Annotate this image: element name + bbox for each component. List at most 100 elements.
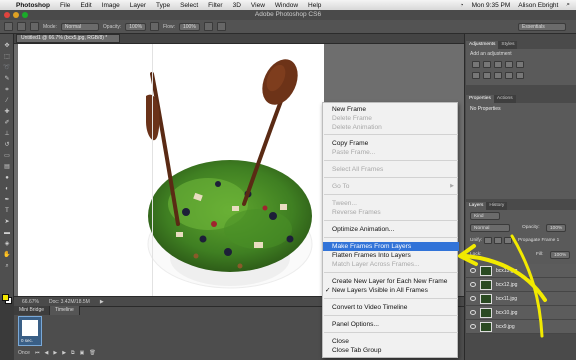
menu-item-match-layer-across-frames[interactable]: Match Layer Across Frames... (323, 260, 459, 269)
visibility-eye-icon[interactable] (470, 282, 476, 287)
menu-item-close[interactable]: Close (323, 337, 459, 346)
clock[interactable]: Mon 9:35 PM (472, 2, 511, 9)
healing-brush-tool-icon[interactable]: ✚ (2, 108, 12, 117)
opacity-field[interactable]: 100% (125, 22, 147, 31)
menu-item-create-new-layer-each-frame[interactable]: Create New Layer for Each New Frame (323, 277, 459, 286)
workspace-select[interactable]: Essentials (518, 23, 566, 31)
history-brush-tool-icon[interactable]: ↺ (2, 141, 12, 150)
clone-stamp-tool-icon[interactable]: ⊥ (2, 130, 12, 139)
menu-item-delete-frame[interactable]: Delete Frame (323, 114, 459, 123)
flow-field[interactable]: 100% (179, 22, 200, 31)
menu-item-optimize-animation[interactable]: Optimize Animation... (323, 225, 459, 234)
layer-name[interactable]: bcx9.jpg (496, 324, 515, 330)
quick-select-tool-icon[interactable]: ✎ (2, 75, 12, 84)
zoom-window-icon[interactable] (22, 12, 28, 18)
airbrush-icon[interactable] (203, 22, 213, 31)
pressure-opacity-icon[interactable] (150, 22, 160, 31)
document-tab[interactable]: Untitled1 @ 66.7% (bcx5.jpg, RGB/8) * (16, 34, 120, 43)
loop-options-select[interactable]: Once (18, 350, 30, 356)
brush-tool-preset-icon[interactable] (4, 22, 13, 31)
layer-row[interactable]: bcx11.jpg (466, 292, 576, 306)
tab-actions[interactable]: Actions (493, 95, 516, 103)
blend-mode-select[interactable]: Normal (470, 224, 510, 232)
visibility-eye-icon[interactable] (470, 310, 476, 315)
pressure-size-icon[interactable] (216, 22, 226, 31)
menu-item-go-to[interactable]: Go To ▶ (323, 182, 459, 191)
play-icon[interactable]: ▶ (53, 350, 57, 356)
unify-position-icon[interactable] (484, 237, 492, 244)
layer-name[interactable]: bcx10.jpg (496, 310, 517, 316)
menu-item-paste-frame[interactable]: Paste Frame... (323, 148, 459, 157)
tab-adjustments[interactable]: Adjustments (466, 41, 499, 49)
tab-styles[interactable]: Styles (498, 41, 518, 49)
doc-size-info[interactable]: Doc: 3.42M/18.5M (49, 299, 90, 305)
eyedropper-tool-icon[interactable]: ⁄ (2, 97, 12, 106)
move-tool-icon[interactable]: ✥ (2, 42, 12, 51)
zoom-tool-icon[interactable]: ⌕ (2, 262, 12, 271)
mode-select[interactable]: Normal (60, 22, 99, 31)
menu-item-delete-animation[interactable]: Delete Animation (323, 123, 459, 132)
visibility-eye-icon[interactable] (470, 268, 476, 273)
menu-item-make-frames-from-layers[interactable]: Make Frames From Layers (323, 242, 459, 251)
layer-row[interactable]: bcx12.jpg (466, 278, 576, 292)
exposure-icon[interactable] (505, 61, 513, 68)
menu-window[interactable]: Window (275, 2, 298, 9)
layer-opacity-field[interactable]: 100% (546, 224, 567, 232)
brush-panel-icon[interactable] (30, 22, 39, 31)
next-frame-icon[interactable]: ▶ (62, 350, 66, 356)
first-frame-icon[interactable]: ⏮ (35, 350, 40, 356)
menu-item-new-frame[interactable]: New Frame (323, 105, 459, 114)
previous-frame-icon[interactable]: ◀ (44, 350, 48, 356)
duplicate-frame-icon[interactable]: ▣ (80, 350, 85, 356)
blur-tool-icon[interactable]: ● (2, 174, 12, 183)
frame-delay[interactable]: 0 sec. (21, 338, 33, 343)
layer-kind-filter[interactable]: Kind (470, 212, 500, 220)
photo-filter-icon[interactable] (505, 72, 513, 79)
layer-name[interactable]: bcx11.jpg (496, 296, 517, 302)
vibrance-icon[interactable] (516, 61, 524, 68)
tween-icon[interactable]: ⧉ (71, 350, 75, 356)
tab-layers[interactable]: Layers (466, 202, 487, 210)
layer-name[interactable]: bcx13.jpg (496, 268, 517, 274)
animation-frame-1[interactable]: 0 sec. (18, 316, 42, 346)
delete-frame-icon[interactable]: 🗑 (89, 350, 95, 356)
brush-tool-icon[interactable]: ✐ (2, 119, 12, 128)
curves-icon[interactable] (494, 61, 502, 68)
crop-tool-icon[interactable]: ⌗ (2, 86, 12, 95)
menu-view[interactable]: View (251, 2, 265, 9)
spotlight-search-icon[interactable]: ⌕ (566, 1, 570, 9)
unify-style-icon[interactable] (504, 237, 512, 244)
black-white-icon[interactable] (494, 72, 502, 79)
channel-mixer-icon[interactable] (516, 72, 524, 79)
minimize-window-icon[interactable] (13, 12, 19, 18)
lasso-tool-icon[interactable]: ➰ (2, 64, 12, 73)
menu-filter[interactable]: Filter (208, 2, 222, 9)
pen-tool-icon[interactable]: ✒ (2, 196, 12, 205)
menu-item-copy-frame[interactable]: Copy Frame (323, 139, 459, 148)
menu-item-reverse-frames[interactable]: Reverse Frames (323, 208, 459, 217)
propagate-frame-checkbox[interactable]: Propagate Frame 1 (518, 238, 559, 243)
brightness-icon[interactable] (472, 61, 480, 68)
marquee-tool-icon[interactable]: ⬚ (2, 53, 12, 62)
visibility-eye-icon[interactable] (470, 324, 476, 329)
menu-item-select-all-frames[interactable]: Select All Frames (323, 165, 459, 174)
menu-item-panel-options[interactable]: Panel Options... (323, 320, 459, 329)
levels-icon[interactable] (483, 61, 491, 68)
menu-3d[interactable]: 3D (233, 2, 241, 9)
close-window-icon[interactable] (4, 12, 10, 18)
foreground-color-swatch[interactable] (2, 294, 9, 301)
menu-edit[interactable]: Edit (80, 2, 91, 9)
menu-app-name[interactable]: Photoshop (16, 2, 50, 9)
unify-visibility-icon[interactable] (494, 237, 502, 244)
layer-row[interactable]: bcx9.jpg (466, 320, 576, 334)
status-menu-icon[interactable]: ▶ (100, 299, 104, 305)
dodge-tool-icon[interactable]: ◐ (2, 185, 12, 194)
layer-name[interactable]: bcx12.jpg (496, 282, 517, 288)
menu-item-convert-to-video-timeline[interactable]: Convert to Video Timeline (323, 303, 459, 312)
3d-tool-icon[interactable]: ◈ (2, 240, 12, 249)
fill-field[interactable]: 100% (550, 251, 571, 259)
document-canvas[interactable] (18, 44, 324, 296)
menu-item-flatten-frames-into-layers[interactable]: Flatten Frames Into Layers (323, 251, 459, 260)
tab-history[interactable]: History (486, 202, 508, 210)
layer-row[interactable]: bcx10.jpg (466, 306, 576, 320)
